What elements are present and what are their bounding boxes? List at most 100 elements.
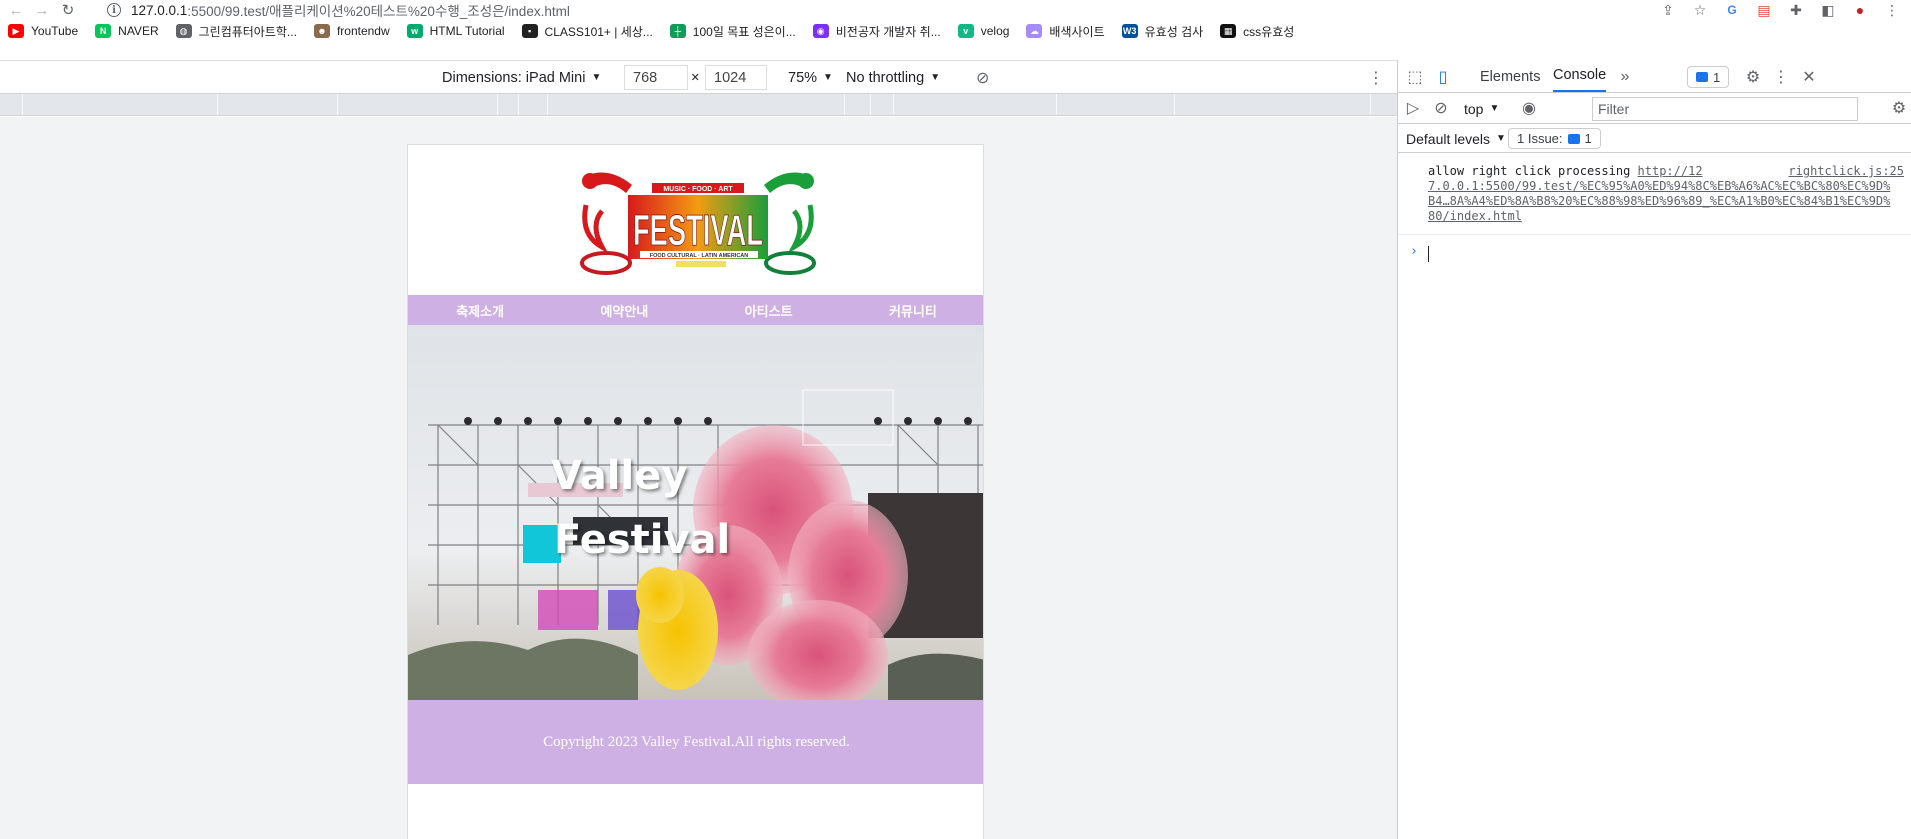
chevron-down-icon: ▼ bbox=[930, 72, 941, 83]
zoom-select[interactable]: 75% ▼ bbox=[788, 61, 833, 94]
console-message-link[interactable]: http://12 bbox=[1638, 164, 1703, 178]
height-input[interactable]: 1024 bbox=[705, 65, 767, 90]
nav-item[interactable]: 예약안내 bbox=[552, 295, 696, 325]
bookmark-favicon-icon: ☻ bbox=[313, 24, 330, 38]
back-icon[interactable]: ← bbox=[6, 0, 26, 20]
more-tabs-icon[interactable]: » bbox=[1614, 66, 1636, 88]
forward-icon[interactable]: → bbox=[32, 0, 52, 20]
live-expression-eye-icon[interactable]: ◉ bbox=[1518, 97, 1540, 119]
festival-logo-image: MUSIC · FOOD · ART FESTIVAL FOOD CULTURA… bbox=[580, 172, 816, 275]
logo-bottom-text: FOOD CULTURAL · LATIN AMERICAN bbox=[650, 253, 749, 259]
url-host: 127.0.0.1 bbox=[131, 2, 188, 18]
bookmark-item[interactable]: ◉ 비전공자 개발자 취... bbox=[812, 23, 941, 40]
nav-item[interactable]: 아티스트 bbox=[697, 295, 841, 325]
translate-extension-icon[interactable]: G bbox=[1723, 1, 1741, 19]
footer: Copyright 2023 Valley Festival.All right… bbox=[408, 700, 983, 784]
bookmark-favicon-icon: N bbox=[95, 24, 112, 38]
bookmark-item[interactable]: v velog bbox=[957, 24, 1009, 38]
console-levels-bar: Default levels ▼ 1 Issue: 1 bbox=[1398, 124, 1911, 153]
bookmark-item[interactable]: w HTML Tutorial bbox=[406, 24, 505, 38]
logo-title-text: FESTIVAL bbox=[633, 206, 763, 255]
device-toolbar: Dimensions: iPad Mini ▼ 768 × 1024 75% ▼ N… bbox=[0, 60, 1397, 93]
media-query-ruler[interactable] bbox=[0, 93, 1397, 116]
console-filter-input[interactable]: Filter bbox=[1592, 97, 1858, 121]
bookmark-item[interactable]: ▶ YouTube bbox=[8, 24, 78, 38]
width-input[interactable]: 768 bbox=[624, 65, 688, 90]
chevron-down-icon: ▼ bbox=[823, 72, 833, 83]
bookmark-favicon-icon: v bbox=[957, 24, 974, 38]
issues-button[interactable]: 1 Issue: 1 bbox=[1508, 128, 1601, 149]
bookmark-label: 비전공자 개발자 취... bbox=[835, 24, 941, 39]
bookmark-favicon-icon: ▶ bbox=[8, 24, 24, 38]
extension-icon[interactable]: ▤ bbox=[1755, 1, 1773, 19]
settings-gear-icon[interactable]: ⚙ bbox=[1742, 66, 1764, 88]
copyright-text: Copyright 2023 Valley Festival.All right… bbox=[543, 733, 850, 750]
dimensions-select[interactable]: Dimensions: iPad Mini ▼ bbox=[442, 61, 601, 94]
console-source-link[interactable]: rightclick.js:25 bbox=[1788, 164, 1904, 179]
close-devtools-icon[interactable]: ✕ bbox=[1798, 66, 1820, 88]
bookmark-favicon-icon: ▦ bbox=[1220, 24, 1237, 38]
hero-title-line2: Festival bbox=[554, 517, 731, 563]
bookmark-favicon-icon: ◉ bbox=[812, 24, 829, 38]
bookmark-label: CLASS101+ | 세상... bbox=[544, 24, 653, 39]
sidebar-toggle-icon[interactable]: ▷ bbox=[1402, 97, 1424, 119]
console-message: allow right click processing http://12 r… bbox=[1398, 163, 1911, 235]
device-options-icon[interactable]: ⋮ bbox=[1368, 61, 1384, 94]
bookmark-item[interactable]: W3 유효성 검사 bbox=[1121, 23, 1204, 40]
bookmark-label: HTML Tutorial bbox=[429, 24, 505, 38]
device-toggle-icon[interactable]: ▯ bbox=[1432, 66, 1454, 88]
console-prompt-icon: › bbox=[1410, 244, 1418, 259]
url-path: :5500/99.test/애플리케이션%20테스트%20수행_조성은/inde… bbox=[187, 4, 570, 19]
issues-counter-badge[interactable]: 1 bbox=[1687, 66, 1730, 88]
bookmark-favicon-icon: ◍ bbox=[175, 24, 192, 38]
throttling-select[interactable]: No throttling ▼ bbox=[846, 61, 940, 94]
console-message-text: allow right click processing bbox=[1428, 164, 1631, 178]
clear-console-icon[interactable]: ⊘ bbox=[1430, 97, 1452, 119]
devtools-menu-icon[interactable]: ⋮ bbox=[1770, 66, 1792, 88]
bookmarks-bar: ▶ YouTube N NAVER ◍ 그린컴퓨터아트학... ☻ frontendw w HTM… bbox=[0, 20, 1911, 42]
logo-top-text: MUSIC · FOOD · ART bbox=[663, 186, 733, 193]
festival-stage-photo bbox=[408, 325, 983, 700]
console-input[interactable] bbox=[1428, 246, 1429, 262]
bookmark-label: 배색사이트 bbox=[1049, 24, 1105, 39]
rotate-icon[interactable]: ⊘ bbox=[976, 61, 989, 94]
puzzle-extensions-icon[interactable]: ✚ bbox=[1787, 1, 1805, 19]
tab-elements[interactable]: Elements bbox=[1480, 60, 1540, 93]
devtools-tabbar: ⬚ ▯ Elements Console » 1 ⚙ ⋮ ✕ bbox=[1398, 60, 1911, 93]
bookmark-label: 100일 목표 성은이... bbox=[692, 24, 796, 39]
log-levels-select[interactable]: Default levels ▼ bbox=[1406, 124, 1506, 153]
inspect-element-icon[interactable]: ⬚ bbox=[1404, 66, 1426, 88]
console-settings-icon[interactable]: ⚙ bbox=[1888, 97, 1910, 119]
console-url-link[interactable]: 7.0.0.1:5500/99.test/%EC%95%A0%ED%94%8C%… bbox=[1428, 179, 1896, 224]
nav-item[interactable]: 커뮤니티 bbox=[841, 295, 983, 325]
bookmark-item[interactable]: ▦ css유효성 bbox=[1220, 23, 1294, 40]
bookmark-favicon-icon: w bbox=[406, 24, 423, 38]
bookmark-favicon-icon: ┼ bbox=[669, 24, 686, 38]
reload-icon[interactable]: ↻ bbox=[58, 0, 78, 20]
url-field[interactable]: i 127.0.0.1 :5500/99.test/애플리케이션%20테스트%2… bbox=[107, 0, 570, 20]
bookmark-favicon-icon: W3 bbox=[1121, 24, 1138, 38]
tab-console[interactable]: Console bbox=[1553, 60, 1607, 92]
festival-logo[interactable]: MUSIC · FOOD · ART FESTIVAL FOOD CULTURA… bbox=[580, 165, 816, 279]
browser-address-bar: ← → ↻ i 127.0.0.1 :5500/99.test/애플리케이션%2… bbox=[0, 0, 1911, 20]
bookmark-item[interactable]: N NAVER bbox=[95, 24, 159, 38]
side-panel-icon[interactable]: ◧ bbox=[1819, 1, 1837, 19]
share-icon[interactable]: ⇪ bbox=[1659, 1, 1677, 19]
bookmark-item[interactable]: ☁ 배색사이트 bbox=[1026, 23, 1105, 40]
bookmark-item[interactable]: ┼ 100일 목표 성은이... bbox=[669, 23, 796, 40]
chevron-down-icon: ▼ bbox=[1496, 133, 1506, 144]
profile-avatar[interactable]: ● bbox=[1851, 1, 1869, 19]
bookmark-item[interactable]: ◍ 그린컴퓨터아트학... bbox=[175, 23, 297, 40]
bookmark-item[interactable]: ▪ CLASS101+ | 세상... bbox=[521, 23, 653, 40]
bookmark-label: 유효성 검사 bbox=[1144, 24, 1204, 39]
context-select[interactable]: top ▼ bbox=[1464, 93, 1499, 124]
main-nav: 축제소개 예약안내 아티스트 커뮤니티 bbox=[408, 295, 983, 325]
chevron-down-icon: ▼ bbox=[1489, 103, 1500, 114]
menu-kebab-icon[interactable]: ⋮ bbox=[1883, 1, 1901, 19]
bookmark-label: frontendw bbox=[336, 24, 390, 38]
bookmark-label: YouTube bbox=[31, 24, 79, 38]
bookmark-star-icon[interactable]: ☆ bbox=[1691, 1, 1709, 19]
bookmark-item[interactable]: ☻ frontendw bbox=[313, 24, 390, 38]
nav-item[interactable]: 축제소개 bbox=[408, 295, 552, 325]
site-info-icon[interactable]: i bbox=[107, 3, 121, 17]
